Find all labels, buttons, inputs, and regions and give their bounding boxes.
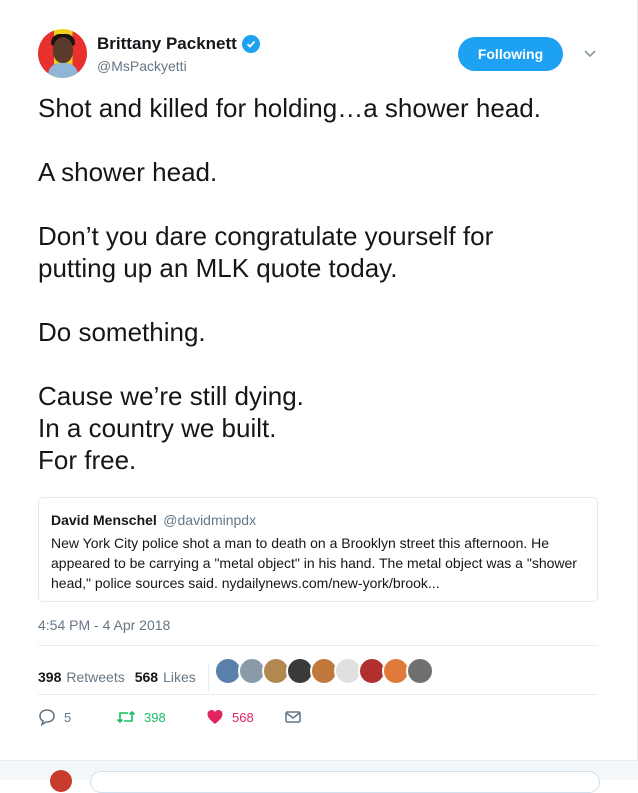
reply-count: 5	[64, 709, 72, 725]
tweet-paragraph: A shower head.	[38, 156, 598, 188]
retweets-stat-label: Retweets	[66, 669, 125, 685]
retweet-icon	[116, 710, 136, 724]
liker-avatars	[214, 657, 434, 685]
likes-stat-label: Likes	[163, 669, 196, 685]
tweet-paragraph: Shot and killed for holding…a shower hea…	[38, 92, 598, 124]
divider	[38, 645, 598, 646]
divider	[38, 694, 598, 695]
retweet-count: 398	[144, 709, 166, 725]
author-avatar[interactable]	[38, 29, 87, 78]
retweets-stat[interactable]: 398 Retweets	[38, 669, 125, 685]
quoted-tweet[interactable]: David Menschel @davidminpdx New York Cit…	[38, 497, 598, 602]
tweet-text: Shot and killed for holding…a shower hea…	[38, 92, 598, 508]
like-button[interactable]: 568	[206, 708, 284, 726]
tweet-line: Cause we’re still dying.	[38, 381, 304, 411]
direct-message-button[interactable]	[284, 709, 302, 725]
liker-avatar[interactable]	[406, 657, 434, 685]
tweet-line: In a country we built.	[38, 413, 277, 443]
retweets-stat-count: 398	[38, 669, 62, 685]
tweet-paragraph: Cause we’re still dying. In a country we …	[38, 380, 598, 476]
current-user-avatar	[50, 770, 72, 792]
reply-button[interactable]: 5	[38, 708, 116, 726]
heart-icon	[207, 710, 223, 724]
reply-icon	[39, 709, 55, 726]
following-button[interactable]: Following	[458, 37, 563, 71]
tweet-line: For free.	[38, 445, 137, 475]
tweet-card: Brittany Packnett @MsPackyetti Following…	[0, 0, 638, 760]
like-count: 568	[232, 709, 254, 725]
tweet-actions: 5 398 568	[38, 708, 302, 726]
tweet-line: Shot and killed for holding…a shower hea…	[38, 93, 541, 123]
tweet-line: A shower head.	[38, 157, 218, 187]
likes-stat[interactable]: 568 Likes	[135, 669, 196, 685]
likes-stat-count: 568	[134, 669, 159, 685]
tweet-line: putting up an MLK quote today.	[38, 253, 398, 283]
author-name-row: Brittany Packnett	[97, 34, 260, 54]
tweet-line: Do something.	[38, 317, 206, 347]
tweet-paragraph: Do something.	[38, 316, 598, 348]
tweet-paragraph: Don’t you dare congratulate yourself for…	[38, 220, 598, 284]
reply-input[interactable]	[90, 771, 600, 793]
author-name[interactable]: Brittany Packnett	[97, 34, 237, 54]
quoted-author-name: David Menschel	[51, 512, 157, 528]
divider	[207, 663, 209, 691]
quoted-tweet-text: New York City police shot a man to death…	[51, 535, 577, 591]
author-handle[interactable]: @MsPackyetti	[97, 58, 187, 74]
tweet-line: Don’t you dare congratulate yourself for	[38, 221, 494, 251]
retweet-button[interactable]: 398	[116, 708, 206, 726]
quoted-author-handle: @davidminpdx	[163, 512, 257, 528]
envelope-icon	[285, 711, 301, 723]
tweet-timestamp[interactable]: 4:54 PM - 4 Apr 2018	[38, 617, 170, 633]
chevron-down-icon[interactable]	[581, 44, 599, 62]
tweet-stats: 398 Retweets 568 Likes	[38, 663, 219, 691]
verified-badge-icon	[241, 35, 260, 53]
